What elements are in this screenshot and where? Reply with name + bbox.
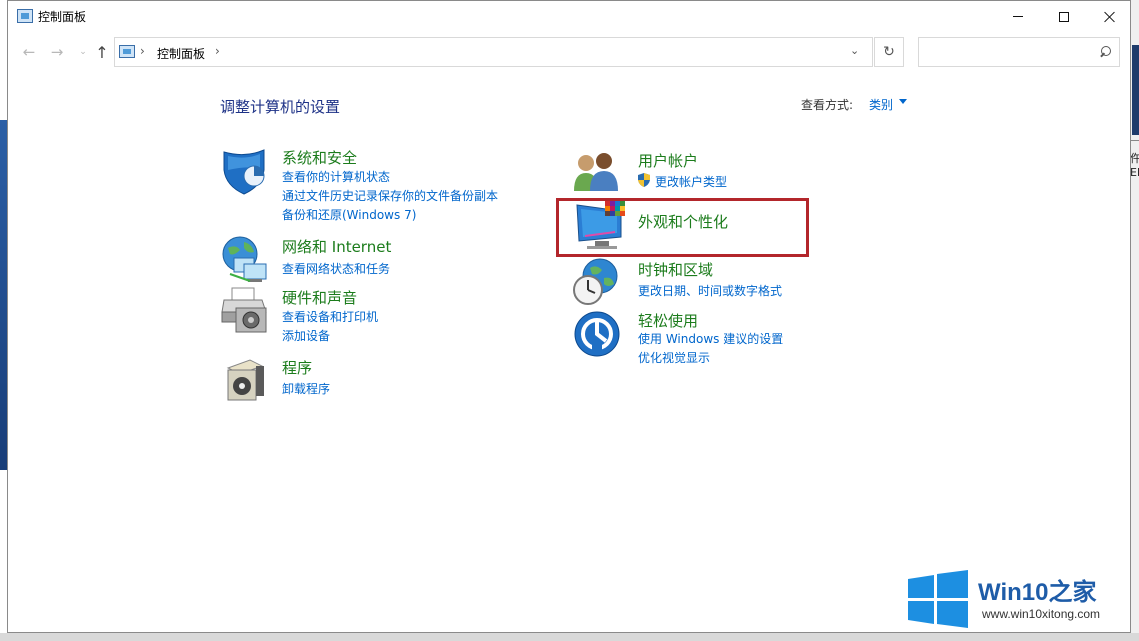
link-optimize-visual-display[interactable]: 优化视觉显示 — [638, 349, 710, 366]
link-view-devices-printers[interactable]: 查看设备和打印机 — [282, 308, 378, 325]
back-button[interactable]: ← — [18, 41, 40, 63]
shield-icon[interactable] — [220, 146, 270, 196]
uac-shield-icon — [638, 173, 650, 187]
link-add-device[interactable]: 添加设备 — [282, 327, 330, 344]
search-icon — [1099, 46, 1111, 58]
link-recommended-settings[interactable]: 使用 Windows 建议的设置 — [638, 330, 783, 347]
link-view-network-status[interactable]: 查看网络状态和任务 — [282, 260, 390, 277]
arrow-left-icon: ← — [22, 43, 36, 61]
minimize-icon — [1013, 16, 1023, 17]
windows-logo-icon — [908, 570, 968, 628]
breadcrumb-chevron-icon[interactable]: › — [215, 44, 220, 58]
view-by-dropdown-arrow-icon[interactable] — [899, 99, 907, 104]
forward-button[interactable]: → — [46, 41, 68, 63]
link-change-date-time-format[interactable]: 更改日期、时间或数字格式 — [638, 282, 782, 299]
maximize-button[interactable] — [1041, 1, 1087, 32]
category-title-user-accounts[interactable]: 用户帐户 — [638, 150, 698, 171]
category-title-programs[interactable]: 程序 — [282, 357, 312, 378]
link-uninstall-program[interactable]: 卸载程序 — [282, 380, 330, 397]
minimize-button[interactable] — [995, 1, 1041, 32]
arrow-right-icon: → — [50, 43, 64, 61]
link-view-computer-status[interactable]: 查看你的计算机状态 — [282, 168, 390, 185]
category-title-hardware-sound[interactable]: 硬件和声音 — [282, 287, 357, 308]
category-title-system-security[interactable]: 系统和安全 — [282, 147, 357, 168]
refresh-button[interactable]: ↻ — [874, 37, 904, 67]
category-title-ease-of-access[interactable]: 轻松使用 — [638, 310, 698, 331]
breadcrumb-chevron-icon[interactable]: › — [140, 44, 145, 58]
window-title: 控制面板 — [38, 10, 87, 24]
desktop-divider — [1130, 140, 1139, 141]
users-icon[interactable] — [572, 149, 622, 199]
programs-box-icon[interactable] — [220, 356, 270, 406]
link-backup-restore[interactable]: 备份和还原(Windows 7) — [282, 206, 416, 223]
breadcrumb-control-panel[interactable]: 控制面板 — [157, 45, 205, 62]
watermark-url: www.win10xitong.com — [982, 607, 1101, 621]
page-title: 调整计算机的设置 — [220, 98, 341, 116]
address-dropdown-icon[interactable]: ⌄ — [850, 44, 859, 57]
up-button[interactable]: ↑ — [91, 41, 113, 63]
navigation-bar: ← → ⌄ ↑ › 控制面板 › ⌄ ↻ — [8, 35, 1130, 69]
watermark-logo: Win10之家 www.win10xitong.com — [908, 570, 1130, 628]
printer-icon[interactable] — [220, 286, 270, 336]
maximize-icon — [1059, 11, 1069, 22]
title-bar: 控制面板 — [8, 1, 1130, 32]
control-panel-icon — [119, 45, 135, 58]
view-by-dropdown[interactable]: 类别 — [869, 96, 893, 113]
taskbar — [0, 633, 1139, 641]
ease-of-access-icon[interactable] — [572, 309, 622, 359]
refresh-icon: ↻ — [883, 44, 895, 60]
arrow-up-icon: ↑ — [95, 42, 109, 62]
control-panel-icon — [17, 9, 33, 23]
watermark-brand: Win10之家 — [978, 579, 1097, 606]
desktop-window-edge — [1132, 45, 1139, 135]
category-title-clock-region[interactable]: 时钟和区域 — [638, 259, 713, 280]
view-by-label: 查看方式: — [801, 98, 854, 112]
clock-globe-icon[interactable] — [572, 258, 622, 308]
category-title-network-internet[interactable]: 网络和 Internet — [282, 236, 391, 257]
chevron-down-icon: ⌄ — [79, 47, 87, 57]
desktop-cut-text: 仵 — [1130, 152, 1139, 165]
desktop-background-right: 仵 El — [1130, 0, 1139, 641]
close-button[interactable] — [1087, 1, 1133, 32]
desktop-cut-text: El — [1130, 166, 1139, 179]
link-change-account-type[interactable]: 更改帐户类型 — [655, 173, 727, 190]
control-panel-window: 控制面板 ← → ⌄ ↑ › 控制面板 › ⌄ ↻ 调整计算机的设置 查看方式:… — [7, 0, 1131, 633]
highlight-annotation-box — [556, 198, 809, 257]
address-bar[interactable]: › 控制面板 › ⌄ — [114, 37, 873, 67]
link-file-history-backup[interactable]: 通过文件历史记录保存你的文件备份副本 — [282, 187, 498, 204]
search-input[interactable] — [918, 37, 1120, 67]
close-icon — [1104, 11, 1116, 23]
globe-network-icon[interactable] — [220, 234, 270, 284]
